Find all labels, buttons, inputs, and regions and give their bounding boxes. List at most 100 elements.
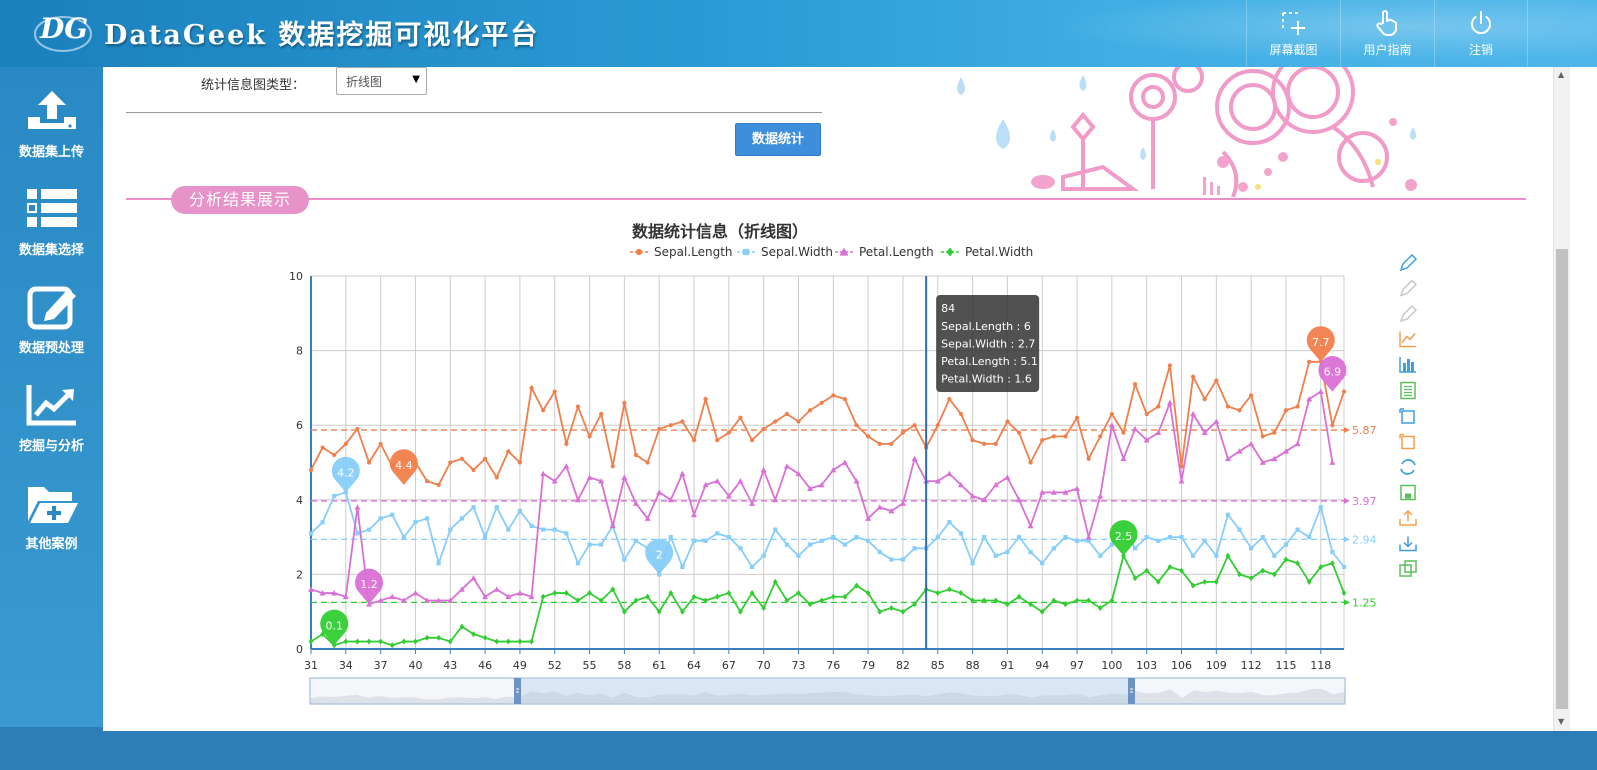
data-point bbox=[773, 527, 778, 532]
x-tick-label: 106 bbox=[1171, 659, 1192, 672]
data-point bbox=[912, 546, 917, 551]
bar-chart-switch-icon[interactable] bbox=[1399, 357, 1416, 373]
data-point bbox=[424, 634, 430, 641]
data-point bbox=[424, 516, 430, 521]
mean-line-arrow bbox=[1344, 427, 1350, 434]
restore-icon[interactable] bbox=[1400, 459, 1416, 475]
data-point bbox=[1028, 549, 1033, 555]
data-point bbox=[494, 638, 500, 645]
data-point bbox=[935, 535, 940, 540]
x-tick-label: 94 bbox=[1035, 659, 1049, 672]
scroll-down-icon[interactable]: ▼ bbox=[1558, 717, 1564, 726]
logout-label: 注销 bbox=[1468, 43, 1493, 57]
data-point bbox=[552, 389, 557, 394]
scrollbar-thumb[interactable] bbox=[1556, 249, 1568, 709]
vertical-scrollbar[interactable]: ▲ ▼ bbox=[1553, 67, 1570, 731]
chart-axes: 024681031 34 37 40 43 46 49 52 55 58 61 64 67 70 73 76 7… bbox=[289, 270, 1344, 672]
data-point bbox=[993, 441, 998, 446]
data-point bbox=[448, 460, 453, 465]
data-point bbox=[946, 247, 954, 257]
data-point bbox=[308, 531, 314, 536]
data-point bbox=[494, 475, 499, 480]
sidebar-item-mining[interactable]: 挖掘与分析 bbox=[0, 369, 103, 465]
data-point bbox=[564, 441, 569, 446]
data-point bbox=[761, 553, 766, 558]
sidebar-item-select[interactable]: 数据集选择 bbox=[0, 173, 103, 269]
data-point bbox=[784, 411, 789, 417]
data-point bbox=[1294, 440, 1301, 447]
x-tick-label: 31 bbox=[304, 659, 318, 672]
user-guide-button[interactable]: 用户指南 bbox=[1340, 0, 1434, 67]
footer-bar bbox=[0, 731, 1597, 770]
data-point bbox=[807, 408, 813, 413]
duplicate-icon[interactable] bbox=[1399, 560, 1417, 577]
data-point bbox=[970, 438, 975, 443]
data-point bbox=[529, 523, 534, 529]
zoom-select-icon[interactable] bbox=[1399, 408, 1415, 424]
data-point bbox=[1132, 546, 1138, 551]
markpoint-pin: 4.2 bbox=[331, 456, 360, 493]
data-point bbox=[586, 474, 593, 480]
icon-shape bbox=[1399, 304, 1418, 323]
data-point bbox=[946, 586, 952, 593]
y-tick-label: 10 bbox=[289, 270, 303, 283]
undo-mark-icon[interactable] bbox=[1399, 279, 1418, 297]
download-icon[interactable] bbox=[1399, 536, 1417, 552]
zoom-reset-icon[interactable] bbox=[1399, 433, 1415, 450]
data-point bbox=[1260, 535, 1265, 540]
mark-pen-icon[interactable] bbox=[1399, 253, 1418, 272]
list-icon bbox=[26, 189, 77, 227]
x-tick-label: 100 bbox=[1101, 659, 1122, 672]
chart-type-select[interactable]: 折线图 ▼ bbox=[336, 67, 427, 95]
x-tick-label: 58 bbox=[617, 659, 631, 672]
pin-label: 1.2 bbox=[360, 578, 378, 591]
data-point bbox=[505, 638, 511, 645]
data-point bbox=[308, 467, 314, 473]
x-tick-label: 73 bbox=[791, 659, 805, 672]
data-statistics-button[interactable]: 数据统计 bbox=[735, 123, 821, 156]
icon-shape bbox=[1403, 363, 1406, 372]
data-point bbox=[760, 466, 767, 473]
x-tick-label: 76 bbox=[826, 659, 840, 672]
x-tick-label: 91 bbox=[1000, 659, 1014, 672]
clear-mark-icon[interactable] bbox=[1399, 304, 1418, 323]
data-point bbox=[1097, 493, 1104, 499]
data-point bbox=[1004, 474, 1011, 480]
data-point bbox=[1225, 404, 1231, 409]
data-point bbox=[1074, 415, 1080, 420]
data-point bbox=[947, 396, 952, 402]
chart-type-label: 统计信息图类型： bbox=[201, 78, 306, 93]
sidebar-item-upload[interactable]: 数据集上传 bbox=[0, 75, 103, 171]
trend-chart-icon bbox=[26, 385, 76, 426]
sidebar-item-label: 数据预处理 bbox=[18, 341, 84, 356]
screenshot-button[interactable]: 屏幕截图 bbox=[1246, 0, 1340, 67]
data-point bbox=[378, 516, 383, 521]
data-point bbox=[483, 535, 488, 540]
logout-button[interactable]: 注销 bbox=[1434, 0, 1528, 67]
data-point bbox=[900, 557, 906, 562]
data-point bbox=[529, 638, 534, 645]
data-point bbox=[1283, 542, 1289, 547]
data-point bbox=[1086, 456, 1091, 461]
scroll-up-icon[interactable]: ▲ bbox=[1558, 70, 1564, 79]
data-view-icon[interactable] bbox=[1400, 381, 1416, 400]
sidebar-item-preprocess[interactable]: 数据预处理 bbox=[0, 271, 103, 367]
data-point bbox=[343, 638, 349, 645]
x-tick-label: 37 bbox=[374, 659, 388, 672]
sidebar-item-cases[interactable]: 其他案例 bbox=[0, 467, 103, 563]
data-point bbox=[1132, 425, 1139, 432]
data-point bbox=[1166, 399, 1173, 406]
data-point bbox=[935, 590, 941, 597]
markpoint-pin: 4.4 bbox=[389, 449, 418, 485]
data-point bbox=[1191, 553, 1196, 558]
zoom-handle[interactable] bbox=[514, 678, 521, 704]
pin-label: 6.9 bbox=[1324, 366, 1342, 379]
export-icon[interactable] bbox=[1399, 509, 1417, 526]
data-point bbox=[1307, 359, 1312, 364]
data-point bbox=[633, 538, 639, 543]
line-chart-switch-icon[interactable] bbox=[1399, 331, 1416, 348]
svg-text:DG: DG bbox=[39, 12, 88, 45]
data-zoom-slider[interactable] bbox=[309, 677, 1346, 705]
zoom-handle[interactable] bbox=[1128, 678, 1135, 704]
save-image-icon[interactable] bbox=[1400, 484, 1416, 501]
